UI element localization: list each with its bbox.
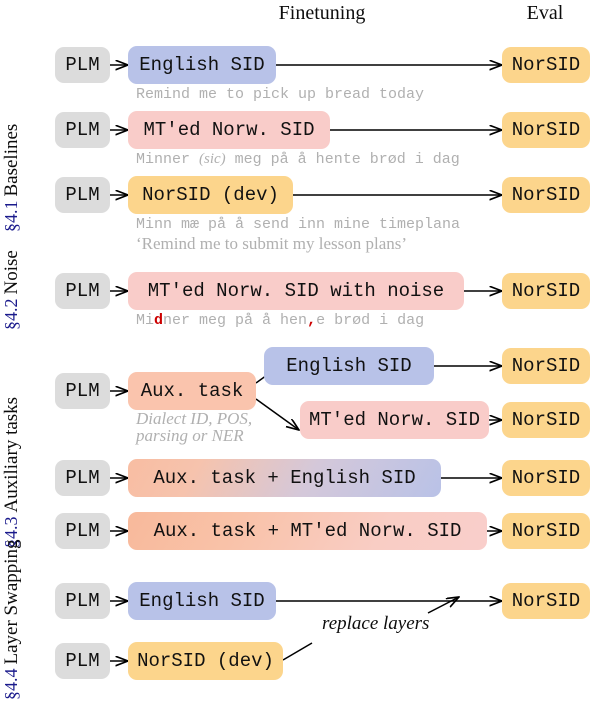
node-aux-task[interactable]: Aux. task bbox=[128, 372, 256, 410]
caption-mt-example-pre: Minner bbox=[136, 151, 200, 168]
node-plm-baselines-norsid-dev[interactable]: PLM bbox=[55, 177, 110, 213]
section-label-auxiliary-tasks: §4.3 Auxiliary tasks bbox=[1, 396, 22, 548]
section-number-4-2: §4.2 bbox=[1, 298, 21, 331]
node-plm-aux-mt[interactable]: PLM bbox=[55, 513, 110, 549]
caption-english-example: Remind me to pick up bread today bbox=[136, 86, 425, 103]
section-name-noise: Noise bbox=[1, 250, 22, 295]
node-plm-aux-fanout[interactable]: PLM bbox=[55, 373, 110, 409]
section-label-layer-swapping: §4.4 Layer Swapping bbox=[1, 539, 22, 701]
caption-noise-c: ner meg på å hen bbox=[163, 312, 308, 329]
node-norsid-eval-1[interactable]: NorSID bbox=[502, 47, 590, 83]
caption-mt-example: Minner (sic) meg på å hente brød i dag bbox=[136, 151, 460, 168]
caption-aux-task-detail-line2: parsing or NER bbox=[136, 426, 244, 445]
node-norsid-dev-baselines[interactable]: NorSID (dev) bbox=[128, 176, 293, 214]
node-mt-norw-sid-with-noise[interactable]: MT'ed Norw. SID with noise bbox=[128, 272, 464, 310]
section-label-noise: §4.2 Noise bbox=[1, 250, 22, 331]
node-norsid-eval-2[interactable]: NorSID bbox=[502, 112, 590, 148]
node-norsid-eval-5[interactable]: NorSID bbox=[502, 348, 590, 384]
node-plm-noise[interactable]: PLM bbox=[55, 273, 110, 309]
node-plm-layerswap-english[interactable]: PLM bbox=[55, 583, 110, 619]
section-name-baselines: Baselines bbox=[1, 123, 22, 197]
node-norsid-eval-9[interactable]: NorSID bbox=[502, 583, 590, 619]
node-norsid-eval-6[interactable]: NorSID bbox=[502, 402, 590, 438]
node-mt-norw-sid-baselines[interactable]: MT'ed Norw. SID bbox=[128, 111, 330, 149]
section-name-layer-swapping: Layer Swapping bbox=[1, 539, 22, 665]
section-number-4-1: §4.1 bbox=[1, 200, 21, 233]
node-plm-baselines-mt[interactable]: PLM bbox=[55, 112, 110, 148]
column-header-finetuning: Finetuning bbox=[278, 2, 366, 24]
caption-noise-inserted-char: d bbox=[154, 312, 164, 329]
caption-norsid-example-line2: ‘Remind me to submit my lesson plans’ bbox=[136, 234, 408, 253]
caption-sic-marker: (sic) bbox=[199, 151, 226, 167]
caption-noise-e: e brød i dag bbox=[316, 312, 425, 329]
caption-norsid-example-line1: Minn mæ på å send inn mine timeplana bbox=[136, 216, 461, 233]
column-header-eval: Eval bbox=[526, 2, 564, 24]
section-label-baselines: §4.1 Baselines bbox=[1, 123, 22, 233]
node-mt-norw-sid-aux-branch[interactable]: MT'ed Norw. SID bbox=[300, 401, 489, 439]
node-aux-task-plus-mt-norw-sid[interactable]: Aux. task + MT'ed Norw. SID bbox=[128, 512, 487, 550]
arrow-aux-task-to-mt-norw-sid bbox=[255, 398, 299, 430]
caption-noise-inserted-comma: , bbox=[307, 312, 317, 329]
node-plm-layerswap-norsid-dev[interactable]: PLM bbox=[55, 643, 110, 679]
node-norsid-eval-3[interactable]: NorSID bbox=[502, 177, 590, 213]
node-norsid-eval-8[interactable]: NorSID bbox=[502, 513, 590, 549]
node-aux-task-plus-english-sid[interactable]: Aux. task + English SID bbox=[128, 459, 441, 497]
arrow-replace-layers-tip bbox=[427, 597, 459, 614]
caption-noise-example: Midner meg på å hen,e brød i dag bbox=[136, 312, 424, 329]
section-number-4-4: §4.4 bbox=[1, 668, 21, 701]
leader-replace-layers bbox=[282, 642, 313, 661]
section-name-auxiliary-tasks: Auxiliary tasks bbox=[1, 396, 22, 513]
node-norsid-eval-7[interactable]: NorSID bbox=[502, 460, 590, 496]
node-english-sid-baselines[interactable]: English SID bbox=[128, 46, 276, 84]
annotation-replace-layers: replace layers bbox=[322, 613, 430, 634]
node-english-sid-aux-branch[interactable]: English SID bbox=[264, 347, 434, 385]
caption-mt-example-post: meg på å hente brød i dag bbox=[225, 151, 460, 168]
caption-noise-a: Mi bbox=[136, 312, 155, 329]
node-plm-aux-english[interactable]: PLM bbox=[55, 460, 110, 496]
node-english-sid-layerswap[interactable]: English SID bbox=[128, 582, 276, 620]
node-plm-baselines-english[interactable]: PLM bbox=[55, 47, 110, 83]
diagram-canvas: Finetuning Eval §4.1 Baselines §4.2 Nois… bbox=[0, 0, 596, 704]
node-norsid-dev-layerswap[interactable]: NorSID (dev) bbox=[128, 642, 283, 680]
node-norsid-eval-4[interactable]: NorSID bbox=[502, 273, 590, 309]
caption-aux-task-detail-line1: Dialect ID, POS, bbox=[136, 409, 253, 428]
